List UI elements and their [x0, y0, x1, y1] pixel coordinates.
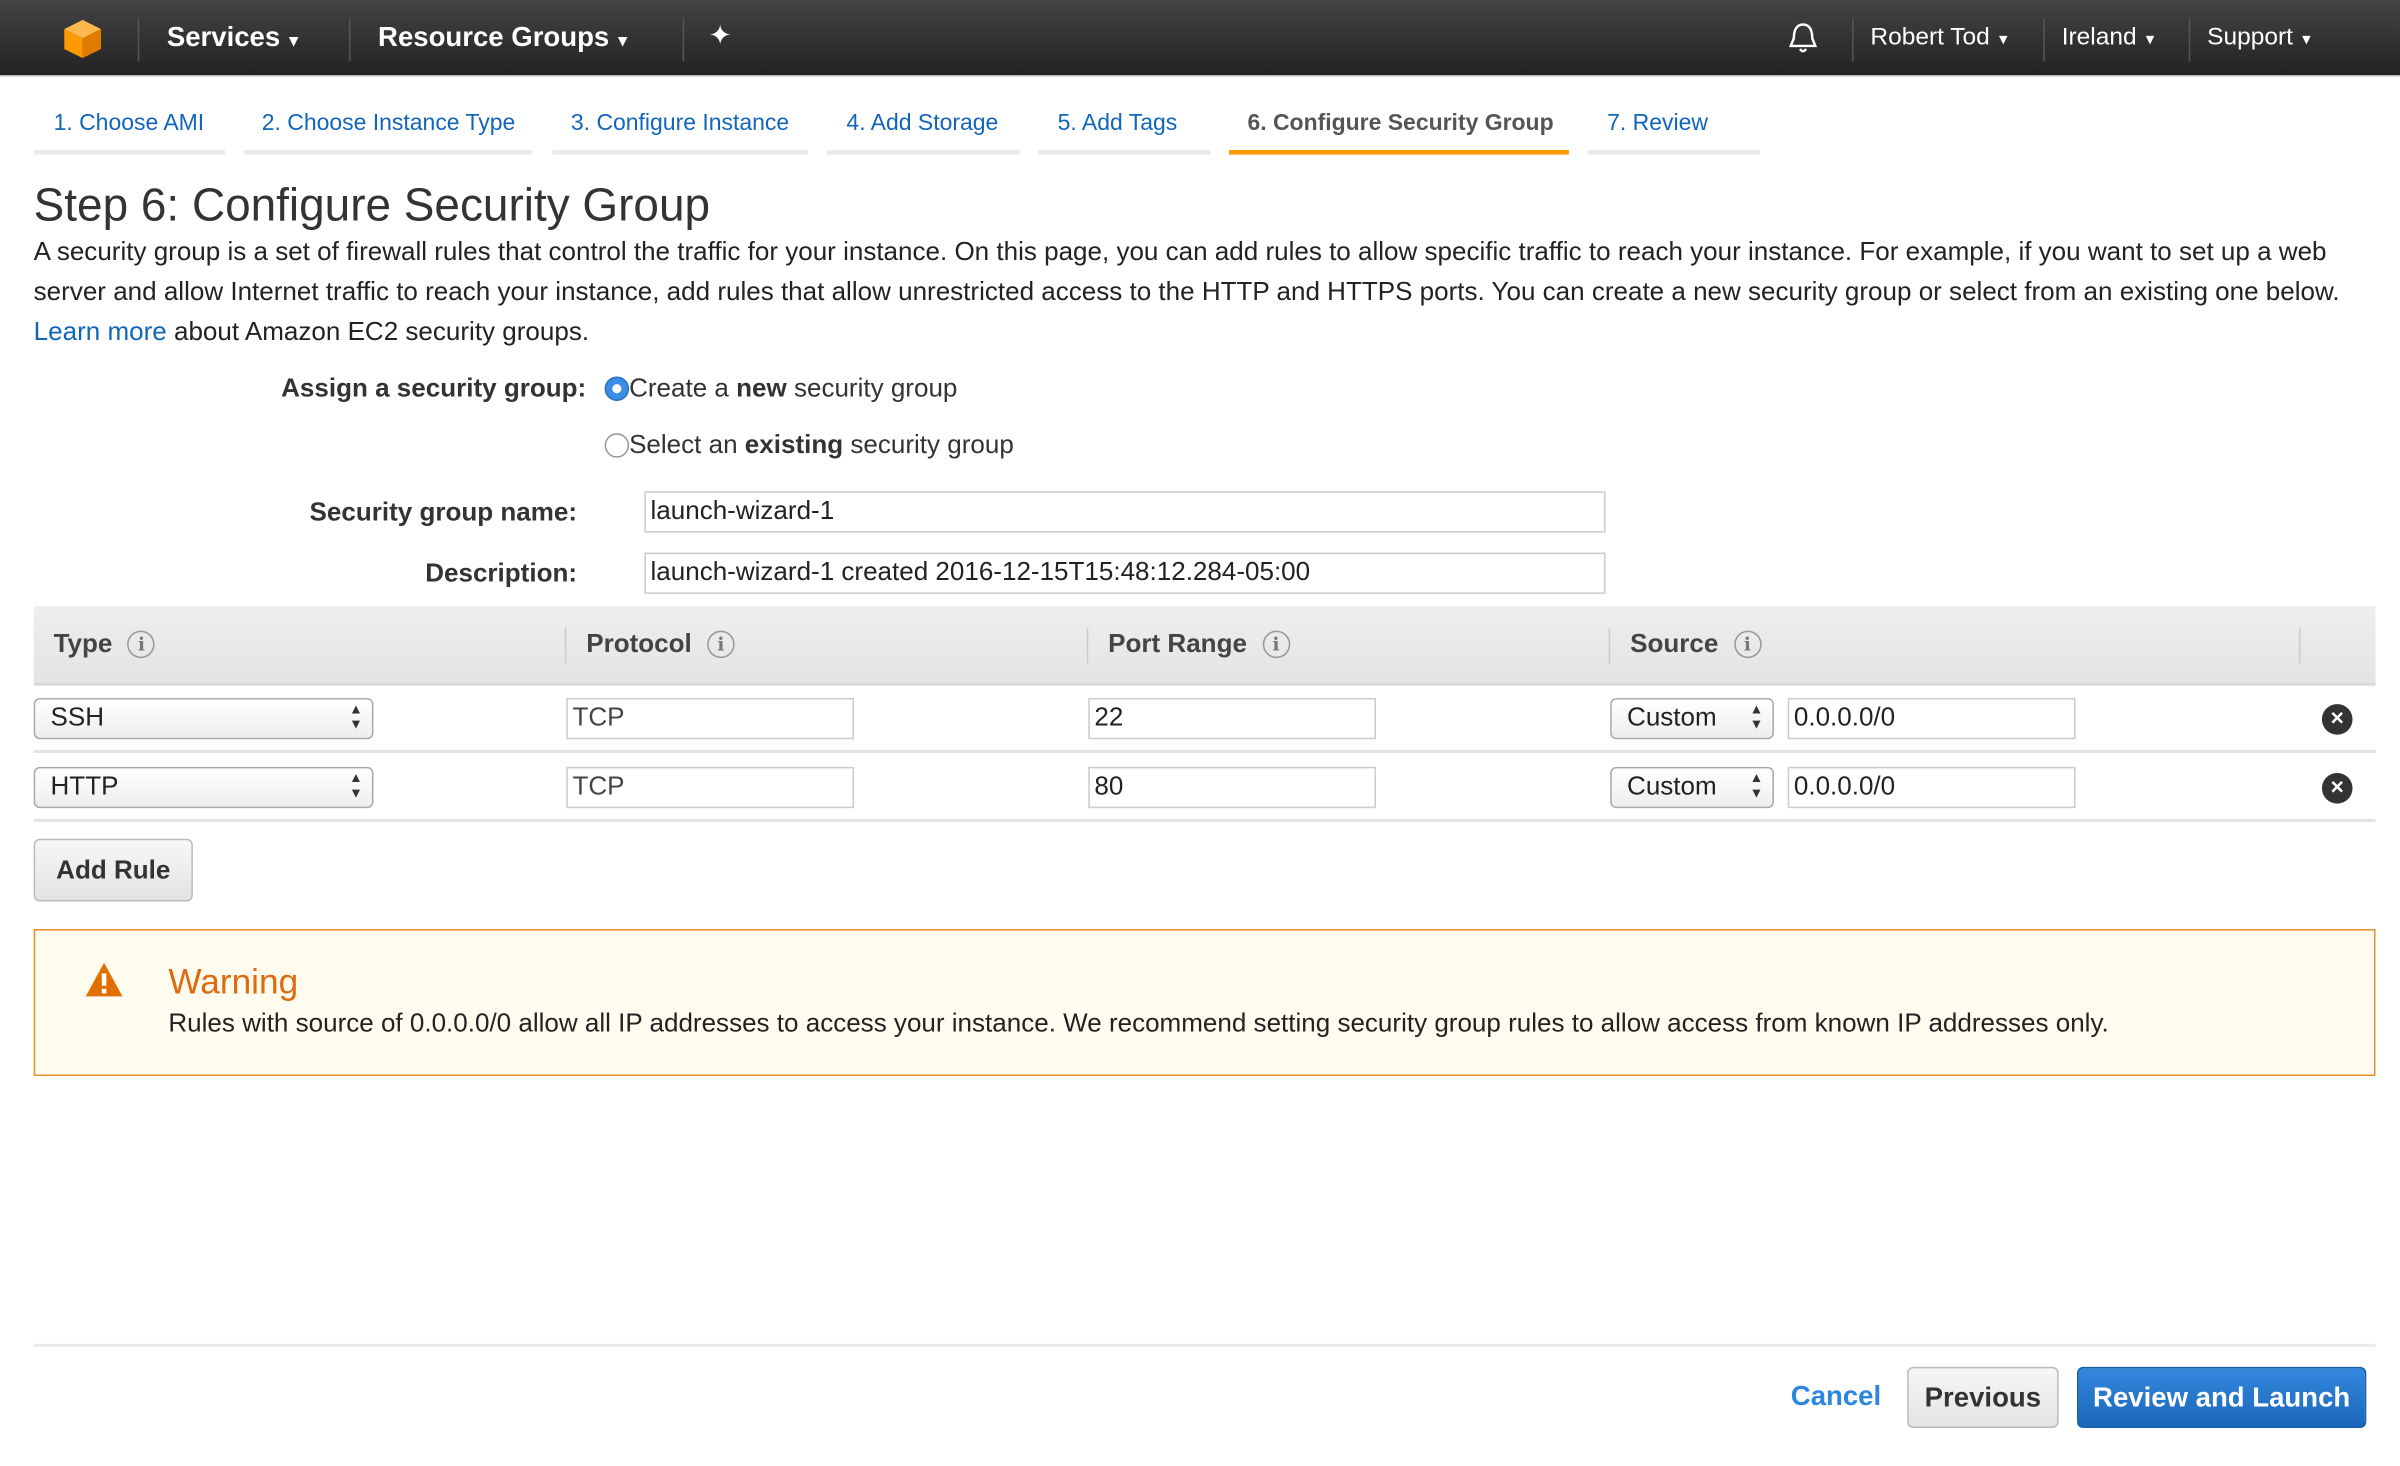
region-label: Ireland — [2062, 24, 2137, 50]
warning-triangle-icon — [84, 961, 124, 998]
radio-create-new-label[interactable]: Create a new security group — [629, 373, 957, 404]
divider — [349, 18, 351, 61]
divider — [138, 18, 140, 61]
support-label: Support — [2207, 24, 2293, 50]
step-underline — [34, 150, 225, 155]
description-label: Description: — [153, 559, 577, 590]
divider — [2189, 18, 2191, 61]
protocol-field: TCP — [566, 698, 854, 739]
source-input[interactable]: 0.0.0.0/0 — [1788, 767, 2076, 808]
resource-groups-menu[interactable]: Resource Groups ▾ — [378, 21, 627, 53]
aws-cube-logo-icon[interactable] — [61, 17, 104, 60]
step-underline-active — [1229, 150, 1569, 155]
type-select[interactable]: SSH▲▼ — [34, 698, 374, 739]
row-divider — [34, 819, 2376, 822]
column-divider — [1087, 628, 1089, 665]
info-icon[interactable]: i — [128, 631, 156, 659]
step-add-storage[interactable]: 4. Add Storage — [846, 110, 998, 136]
warning-alert — [34, 929, 2376, 1076]
step-underline — [1038, 150, 1211, 155]
radio-create-new[interactable] — [605, 377, 629, 401]
page-description: A security group is a set of firewall ru… — [34, 233, 2376, 352]
assign-label: Assign a security group: — [153, 373, 586, 404]
description-text: A security group is a set of firewall ru… — [34, 237, 2340, 306]
remove-rule-icon[interactable]: × — [2322, 704, 2353, 735]
row-divider — [34, 750, 2376, 753]
radio-select-existing-label[interactable]: Select an existing security group — [629, 430, 1014, 461]
chevron-down-icon: ▾ — [2146, 31, 2154, 49]
header-port-range: Port Rangei — [1108, 629, 1290, 660]
step-underline — [827, 150, 1020, 155]
info-icon[interactable]: i — [1734, 631, 1762, 659]
info-icon[interactable]: i — [707, 631, 735, 659]
step-configure-instance[interactable]: 3. Configure Instance — [571, 110, 789, 136]
info-icon[interactable]: i — [1262, 631, 1290, 659]
header-source: Sourcei — [1630, 629, 1761, 660]
top-nav-bar: Services ▾ Resource Groups ▾ ✦ Robert Tod ▾… — [0, 0, 2400, 77]
column-divider — [2299, 628, 2301, 665]
step-configure-security-group[interactable]: 6. Configure Security Group — [1247, 110, 1553, 136]
select-arrows-icon: ▲▼ — [349, 701, 363, 732]
header-type: Typei — [54, 629, 156, 660]
protocol-field: TCP — [566, 767, 854, 808]
header-protocol: Protocoli — [586, 629, 734, 660]
resource-groups-label: Resource Groups — [378, 21, 609, 52]
source-mode-select[interactable]: Custom▲▼ — [1610, 698, 1774, 739]
divider — [1852, 18, 1854, 61]
select-arrows-icon: ▲▼ — [1750, 701, 1764, 732]
radio-select-existing[interactable] — [605, 433, 629, 457]
add-rule-button[interactable]: Add Rule — [34, 839, 193, 902]
step-choose-ami[interactable]: 1. Choose AMI — [54, 110, 205, 136]
step-add-tags[interactable]: 5. Add Tags — [1058, 110, 1178, 136]
security-group-name-label: Security group name: — [153, 497, 577, 528]
support-menu[interactable]: Support ▾ — [2207, 24, 2310, 52]
step-choose-instance-type[interactable]: 2. Choose Instance Type — [262, 110, 516, 136]
footer-divider — [34, 1344, 2376, 1347]
remove-rule-icon[interactable]: × — [2322, 773, 2353, 804]
learn-more-link[interactable]: Learn more — [34, 317, 167, 346]
step-underline — [553, 150, 809, 155]
review-and-launch-button[interactable]: Review and Launch — [2077, 1367, 2366, 1428]
pin-icon[interactable]: ✦ — [709, 20, 732, 52]
warning-text: Rules with source of 0.0.0.0/0 allow all… — [168, 1009, 2108, 1040]
source-mode-select[interactable]: Custom▲▼ — [1610, 767, 1774, 808]
chevron-down-icon: ▾ — [1999, 31, 2007, 49]
step-underline — [243, 150, 532, 155]
services-label: Services — [167, 21, 280, 52]
cancel-link[interactable]: Cancel — [1791, 1381, 1881, 1413]
step-review[interactable]: 7. Review — [1607, 110, 1708, 136]
warning-title: Warning — [168, 961, 298, 1002]
select-arrows-icon: ▲▼ — [1750, 770, 1764, 801]
description-input[interactable]: launch-wizard-1 created 2016-12-15T15:48… — [644, 553, 1605, 594]
previous-button[interactable]: Previous — [1907, 1367, 2059, 1428]
user-menu[interactable]: Robert Tod ▾ — [1870, 24, 2007, 52]
page-title: Step 6: Configure Security Group — [34, 181, 710, 233]
port-range-input[interactable]: 22 — [1088, 698, 1376, 739]
bell-icon[interactable] — [1788, 21, 1819, 55]
chevron-down-icon: ▾ — [618, 32, 626, 50]
select-arrows-icon: ▲▼ — [349, 770, 363, 801]
services-menu[interactable]: Services ▾ — [167, 21, 298, 53]
security-group-name-input[interactable]: launch-wizard-1 — [644, 491, 1605, 532]
step-underline — [1587, 150, 1760, 155]
column-divider — [565, 628, 567, 665]
chevron-down-icon: ▾ — [289, 32, 297, 50]
column-divider — [1609, 628, 1611, 665]
type-select[interactable]: HTTP▲▼ — [34, 767, 374, 808]
divider — [2043, 18, 2045, 61]
divider — [683, 18, 685, 61]
user-label: Robert Tod — [1870, 24, 1989, 50]
description-tail: about Amazon EC2 security groups. — [174, 317, 589, 346]
region-menu[interactable]: Ireland ▾ — [2062, 24, 2155, 52]
port-range-input[interactable]: 80 — [1088, 767, 1376, 808]
source-input[interactable]: 0.0.0.0/0 — [1788, 698, 2076, 739]
chevron-down-icon: ▾ — [2302, 31, 2310, 49]
